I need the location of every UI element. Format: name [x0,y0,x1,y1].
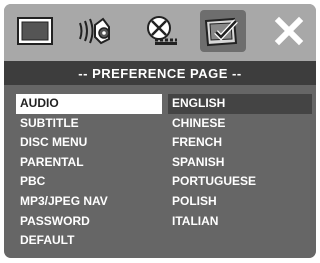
option-item-polish[interactable]: POLISH [168,192,312,212]
audio-setup-icon[interactable] [74,10,120,52]
exit-icon[interactable] [266,10,312,52]
settings-panel: AUDIO SUBTITLE DISC MENU PARENTAL PBC MP3/JPE… [4,85,316,258]
menu-item-subtitle[interactable]: SUBTITLE [16,114,162,134]
page-title: -- PREFERENCE PAGE -- [4,61,316,85]
menu-item-pbc[interactable]: PBC [16,172,162,192]
menu-item-audio[interactable]: AUDIO [16,94,162,114]
language-options-list: ENGLISH CHINESE FRENCH SPANISH PORTUGUESE POL… [168,94,312,231]
menu-item-disc-menu[interactable]: DISC MENU [16,133,162,153]
video-setup-icon[interactable] [138,10,184,52]
option-item-portuguese[interactable]: PORTUGUESE [168,172,312,192]
general-setup-icon[interactable] [12,10,58,52]
option-item-chinese[interactable]: CHINESE [168,114,312,134]
preference-menu: AUDIO SUBTITLE DISC MENU PARENTAL PBC MP3/JPE… [16,94,162,251]
menu-item-parental[interactable]: PARENTAL [16,153,162,173]
menu-item-default[interactable]: DEFAULT [16,231,162,251]
preference-page-icon[interactable] [200,10,246,52]
setup-screen: -- PREFERENCE PAGE -- AUDIO SUBTITLE DISC … [4,4,316,258]
menu-item-password[interactable]: PASSWORD [16,212,162,232]
option-item-english[interactable]: ENGLISH [168,94,312,114]
option-item-french[interactable]: FRENCH [168,133,312,153]
option-item-spanish[interactable]: SPANISH [168,153,312,173]
menu-item-mp3-jpeg-nav[interactable]: MP3/JPEG NAV [16,192,162,212]
setup-toolbar [4,4,316,59]
option-item-italian[interactable]: ITALIAN [168,212,312,232]
